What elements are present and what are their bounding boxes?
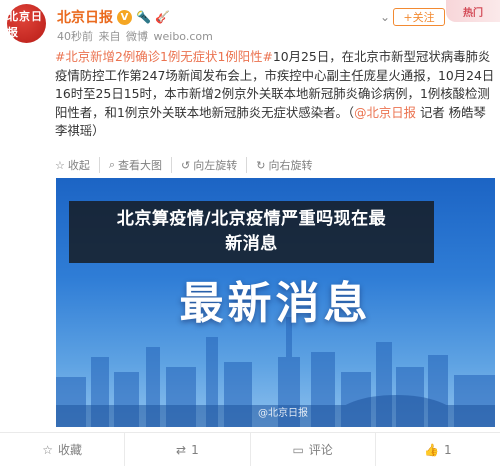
rotate-left-icon: ↺ [181,158,191,172]
post-header: 北京日报 北京日报 V 🔦 🎸 40秒前 来自 微博 weibo.com ⌄ +… [0,0,500,44]
repost-count: 1 [191,442,199,457]
like-count: 1 [444,442,452,457]
chevron-down-icon[interactable]: ⌄ [380,10,390,24]
rotate-left-button[interactable]: ↺ 向左旋转 [181,157,248,173]
star-icon: ☆ [55,158,65,172]
repost-icon: ⇄ [176,442,187,457]
rotate-right-button[interactable]: ↻ 向右旋转 [256,157,321,173]
source-prefix: 来自 [98,30,121,43]
bottom-action-bar: ☆ 收藏 ⇄ 1 ▭ 评论 👍 1 [0,432,500,466]
like-icon: 👍 [424,442,440,457]
collapse-label: 收起 [67,159,90,172]
favorite-label: 收藏 [58,443,83,457]
favorite-icon: ☆ [42,442,53,457]
image-watermark: @北京日报 [258,408,308,419]
overlay-line-2: 新消息 [225,234,278,254]
overlay-banner-text: 北京算疫情/北京疫情严重吗现在最 新消息 [69,207,434,257]
source-name[interactable]: 微博 [126,30,148,43]
image-action-bar: ☆ 收起 ⌕ 查看大图 ↺ 向左旋转 ↻ 向右旋转 [55,157,495,173]
rotate-right-icon: ↻ [256,158,266,172]
avatar[interactable]: 北京日报 [7,4,46,43]
repost-button[interactable]: ⇄ 1 [125,433,251,466]
topic-link[interactable]: #北京新增2例确诊1例无症状1例阳性# [55,49,273,64]
rotate-left-label: 向左旋转 [193,159,238,172]
view-large-button[interactable]: ⌕ 查看大图 [108,157,173,173]
comment-label: 评论 [308,443,333,457]
follow-button[interactable]: +关注 [393,8,445,26]
favorite-button[interactable]: ☆ 收藏 [0,433,126,466]
mention-link[interactable]: @北京日报 [354,105,416,120]
rotate-right-label: 向右旋转 [268,159,313,172]
badge-icon: 🔦 [136,10,151,24]
post-meta: 40秒前 来自 微博 weibo.com [57,28,215,44]
verified-icon: V [117,9,132,25]
user-name[interactable]: 北京日报 [57,7,113,27]
guitar-icon: 🎸 [154,10,170,24]
view-large-label: 查看大图 [118,159,163,172]
comment-button[interactable]: ▭ 评论 [251,433,376,466]
name-row: 北京日报 V 🔦 🎸 [57,7,170,27]
comment-icon: ▭ [292,442,304,457]
hot-tag: 热门 [446,0,500,22]
overlay-line-1: 北京算疫情/北京疫情严重吗现在最 [116,209,387,229]
like-button[interactable]: 👍 1 [376,433,500,466]
zoom-icon: ⌕ [108,158,116,171]
post-time[interactable]: 40秒前 [57,30,93,43]
image-title: 最新消息 [179,278,372,329]
collapse-button[interactable]: ☆ 收起 [55,157,100,173]
source-site[interactable]: weibo.com [154,30,213,43]
post-text: #北京新增2例确诊1例无症状1例阳性#10月25日，在北京市新型冠状病毒肺炎疫情… [55,48,495,141]
